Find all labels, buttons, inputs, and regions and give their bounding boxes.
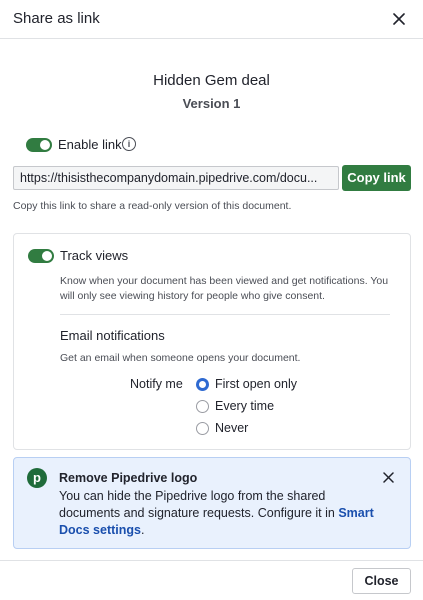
remove-logo-banner: p Remove Pipedrive logo You can hide the…	[13, 457, 411, 549]
close-button[interactable]: Close	[352, 568, 411, 594]
banner-text-end: .	[140, 523, 145, 537]
track-views-toggle[interactable]	[28, 249, 54, 263]
dialog-footer: Close	[0, 560, 423, 600]
radio-circle	[196, 400, 209, 413]
pipedrive-logo-icon: p	[27, 468, 47, 488]
dialog-title: Share as link	[13, 10, 100, 27]
radio-label: First open only	[215, 377, 297, 391]
share-link-field[interactable]: https://thisisthecompanydomain.pipedrive…	[13, 166, 339, 190]
enable-link-label: Enable link	[58, 137, 122, 152]
dialog-body: Hidden Gem deal Version 1 Enable link i …	[0, 40, 423, 560]
radio-circle	[196, 378, 209, 391]
banner-title: Remove Pipedrive logo	[59, 471, 198, 485]
email-notifications-description: Get an email when someone opens your doc…	[60, 352, 301, 364]
copy-link-button[interactable]: Copy link	[342, 165, 411, 191]
track-views-description: Know when your document has been viewed …	[60, 275, 389, 302]
document-title: Hidden Gem deal	[153, 72, 270, 89]
notify-me-label: Notify me	[130, 377, 183, 391]
document-version: Version 1	[182, 96, 241, 111]
info-icon[interactable]: i	[122, 137, 136, 151]
track-views-label: Track views	[60, 248, 129, 263]
radio-label: Never	[215, 421, 249, 435]
track-views-card: Track views Know when your document has …	[13, 233, 411, 450]
share-link-helper: Copy this link to share a read-only vers…	[13, 200, 292, 212]
enable-link-toggle[interactable]	[26, 138, 52, 152]
dialog-header: Share as link	[0, 0, 423, 39]
banner-body: You can hide the Pipedrive logo from the…	[59, 489, 339, 520]
banner-close-icon[interactable]	[380, 469, 396, 485]
banner-text: You can hide the Pipedrive logo from the…	[59, 488, 379, 539]
radio-circle	[196, 422, 209, 435]
email-notifications-title: Email notifications	[60, 328, 165, 343]
share-as-link-dialog: Share as link Hidden Gem deal Version 1 …	[0, 0, 423, 600]
close-icon[interactable]	[389, 9, 409, 29]
divider	[60, 314, 390, 315]
radio-label: Every time	[215, 399, 275, 413]
